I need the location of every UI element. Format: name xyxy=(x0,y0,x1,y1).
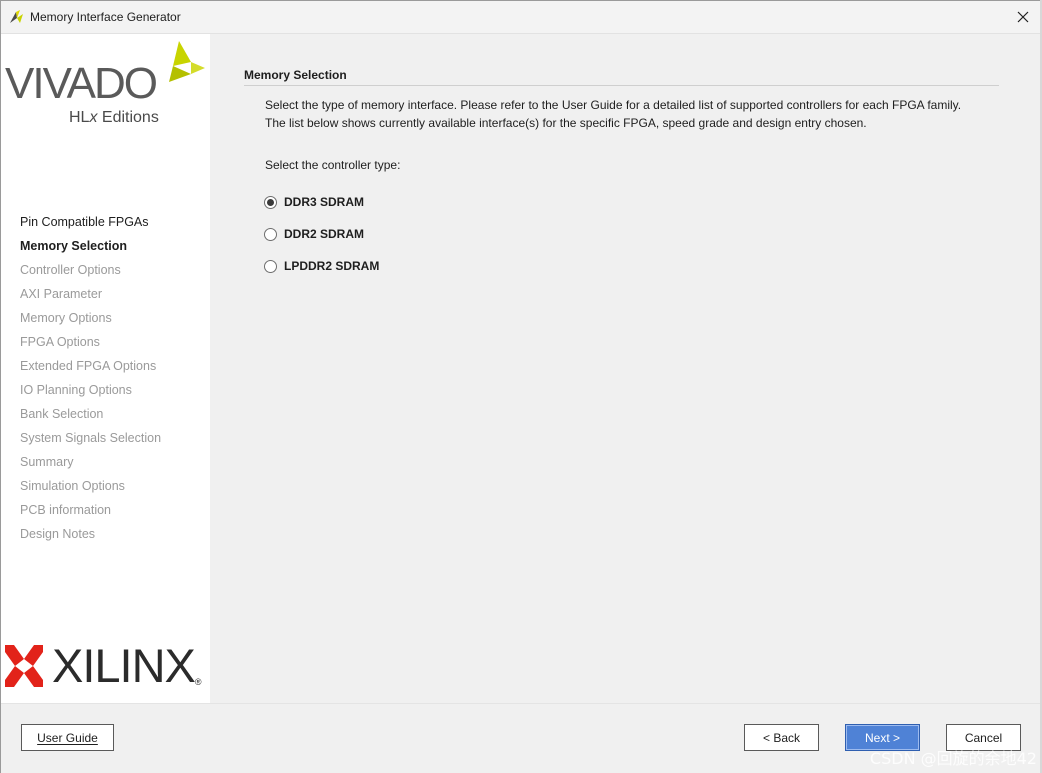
edition-prefix: HL xyxy=(69,109,90,126)
radio-dot-icon xyxy=(267,198,274,206)
radio-label: DDR2 SDRAM xyxy=(284,227,365,241)
radio-unselected-icon[interactable] xyxy=(264,259,277,273)
xilinx-logo: XILINX ® xyxy=(5,642,202,689)
back-label: < Back xyxy=(762,730,801,745)
step-bank-selection[interactable]: Bank Selection xyxy=(20,406,161,430)
mig-wizard-window: Memory Interface Generator VIVADO HLx Ed… xyxy=(0,0,1042,773)
step-system-signals-selection[interactable]: System Signals Selection xyxy=(20,430,161,454)
cancel-label: Cancel xyxy=(964,730,1003,745)
wizard-sidebar: VIVADO HLx Editions Pin Compatible FPGAs… xyxy=(1,34,210,703)
wizard-steps: Pin Compatible FPGAs Memory Selection Cont… xyxy=(20,214,161,550)
user-guide-label: User Guide xyxy=(37,730,98,745)
step-simulation-options[interactable]: Simulation Options xyxy=(20,478,161,502)
edition-suffix: Editions xyxy=(97,109,158,126)
step-memory-selection[interactable]: Memory Selection xyxy=(20,238,161,262)
step-fpga-options[interactable]: FPGA Options xyxy=(20,334,161,358)
title-bar: Memory Interface Generator xyxy=(1,1,1041,34)
radio-lpddr2-sdram[interactable]: LPDDR2 SDRAM xyxy=(264,250,379,282)
xilinx-wordmark: XILINX xyxy=(52,639,196,692)
step-design-notes[interactable]: Design Notes xyxy=(20,526,161,550)
vivado-logo: VIVADO HLx Editions xyxy=(5,38,209,133)
vivado-wordmark: VIVADO xyxy=(5,59,157,108)
controller-type-group: DDR3 SDRAM DDR2 SDRAM LPDDR2 SDRAM xyxy=(264,186,379,282)
back-button[interactable]: < Back xyxy=(744,724,819,751)
step-memory-options[interactable]: Memory Options xyxy=(20,310,161,334)
step-summary[interactable]: Summary xyxy=(20,454,161,478)
step-pcb-information[interactable]: PCB information xyxy=(20,502,161,526)
close-icon xyxy=(1017,11,1029,23)
registered-mark: ® xyxy=(194,677,202,687)
radio-label: LPDDR2 SDRAM xyxy=(284,259,380,273)
window-title: Memory Interface Generator xyxy=(30,10,181,24)
step-pin-compatible-fpgas[interactable]: Pin Compatible FPGAs xyxy=(20,214,161,238)
page-description: Select the type of memory interface. Ple… xyxy=(265,96,961,132)
wizard-page: Memory Selection Select the type of memo… xyxy=(210,34,1041,703)
controller-type-prompt: Select the controller type: xyxy=(265,158,401,172)
xilinx-mark-icon xyxy=(5,644,43,687)
close-button[interactable] xyxy=(1011,5,1035,29)
radio-ddr3-sdram[interactable]: DDR3 SDRAM xyxy=(264,186,379,218)
step-controller-options[interactable]: Controller Options xyxy=(20,262,161,286)
vivado-leaf-icon xyxy=(169,41,205,82)
step-axi-parameter[interactable]: AXI Parameter xyxy=(20,286,161,310)
description-line-2: The list below shows currently available… xyxy=(265,116,867,130)
user-guide-button[interactable]: User Guide xyxy=(21,724,114,751)
radio-ddr2-sdram[interactable]: DDR2 SDRAM xyxy=(264,218,379,250)
radio-selected-icon[interactable] xyxy=(264,195,277,209)
description-line-1: Select the type of memory interface. Ple… xyxy=(265,98,962,112)
footer-bar: User Guide < Back Next > Cancel CSDN @回旋… xyxy=(1,703,1041,773)
watermark: CSDN @回旋的余地42 xyxy=(869,749,1037,768)
svg-text:HLx Editions: HLx Editions xyxy=(69,109,159,126)
step-extended-fpga-options[interactable]: Extended FPGA Options xyxy=(20,358,161,382)
radio-label: DDR3 SDRAM xyxy=(284,195,365,209)
section-title: Memory Selection xyxy=(244,68,999,86)
radio-unselected-icon[interactable] xyxy=(264,227,277,241)
next-label: Next > xyxy=(864,730,900,745)
step-io-planning-options[interactable]: IO Planning Options xyxy=(20,382,161,406)
vivado-app-icon xyxy=(10,10,23,23)
